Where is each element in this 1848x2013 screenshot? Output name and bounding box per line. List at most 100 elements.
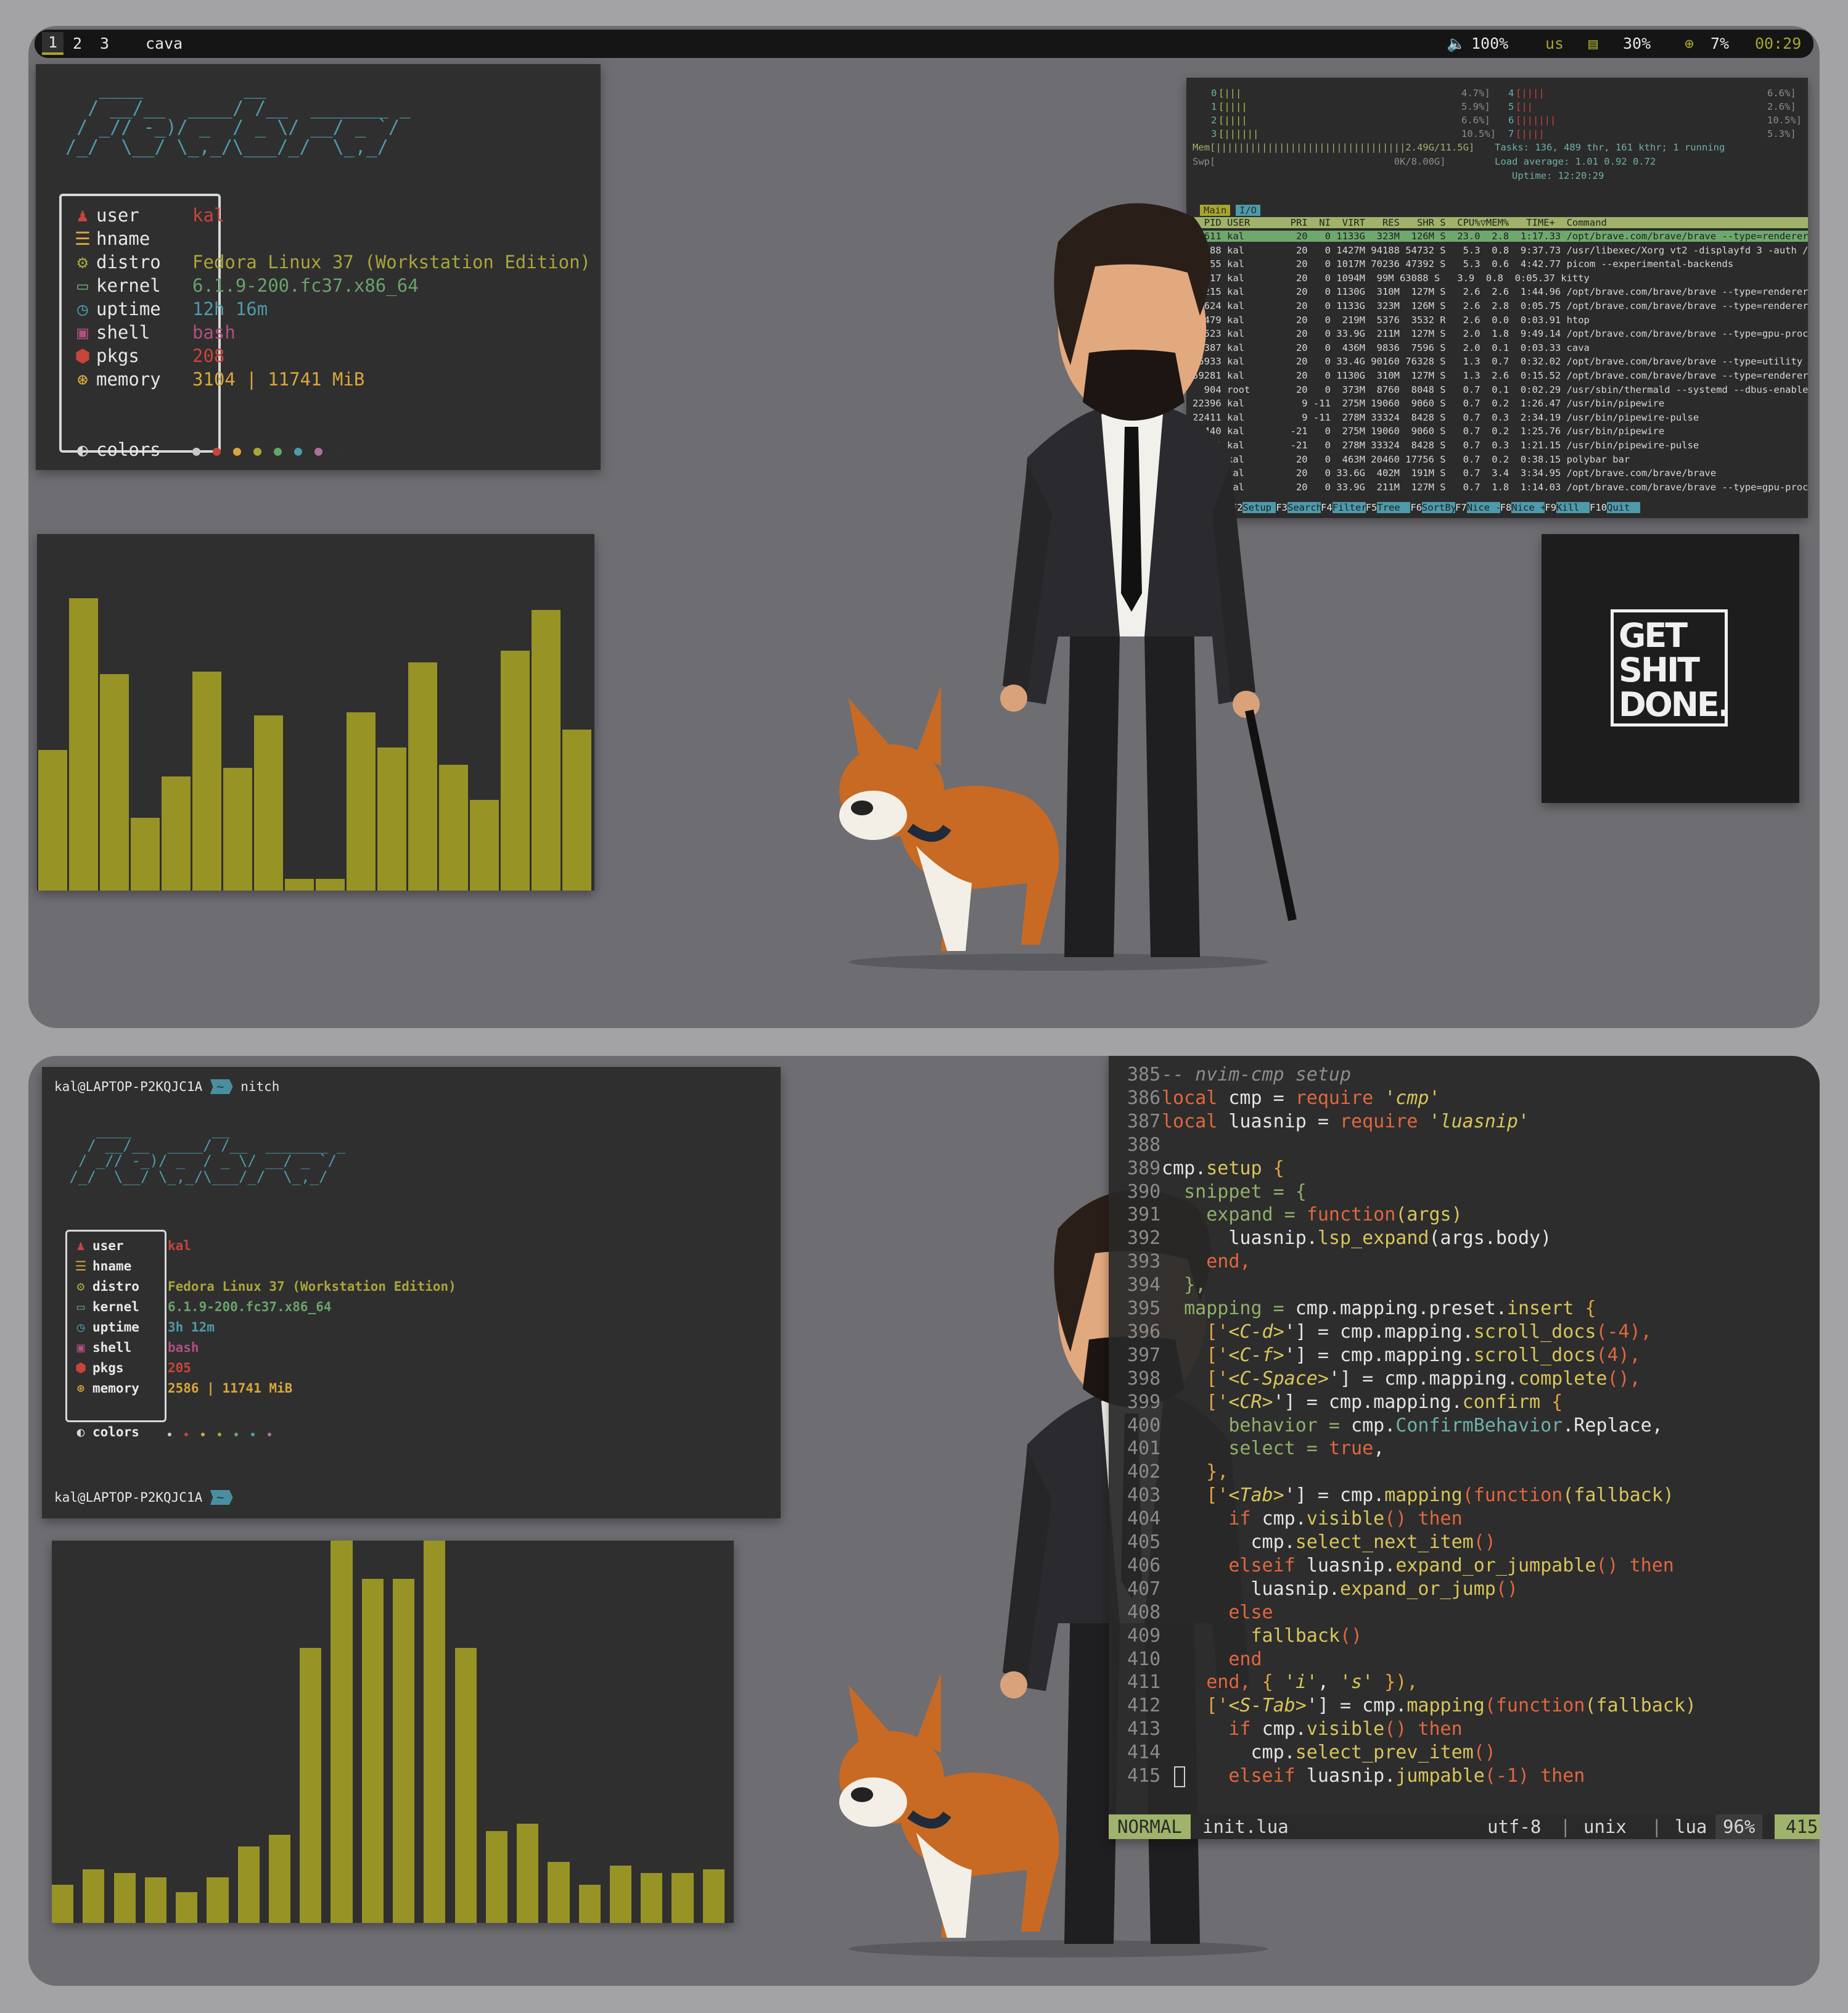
- code-line[interactable]: 398 ['<C-Space>'] = cmp.mapping.complete…: [1109, 1367, 1641, 1391]
- cava-bar: [69, 598, 98, 891]
- code-token: function: [1473, 1484, 1563, 1507]
- code-line[interactable]: 394 },: [1109, 1274, 1206, 1297]
- code-token: <C-d>: [1228, 1320, 1284, 1343]
- code-token: [': [1162, 1367, 1229, 1389]
- workspace-1-button[interactable]: 1: [42, 32, 64, 55]
- code-line[interactable]: 408 else: [1109, 1601, 1273, 1624]
- cava-bar: [532, 609, 561, 891]
- function-key-label[interactable]: Nice +: [1511, 502, 1546, 513]
- code-line[interactable]: 392 luasnip.lsp_expand(args.body): [1109, 1227, 1551, 1250]
- cava-bar: [470, 800, 499, 891]
- code-token: true: [1328, 1438, 1374, 1460]
- volume-icon[interactable]: 🔈: [1447, 35, 1466, 53]
- code-line[interactable]: 396 ['<C-d>'] = cmp.mapping.scroll_docs(…: [1109, 1320, 1652, 1344]
- prompt-line-2[interactable]: kal@LAPTOP-P2KQJC1A ~: [54, 1490, 233, 1505]
- cursor: [1174, 1766, 1185, 1787]
- cava-bar: [176, 1892, 198, 1923]
- palette-icon: ◐: [77, 439, 88, 460]
- nitch-terminal-window[interactable]: kal@LAPTOP-P2KQJC1A ~ nitch ____ __ / __…: [42, 1067, 781, 1518]
- fetch-value: Fedora Linux 37 (Workstation Edition): [192, 252, 591, 273]
- cpu-meter-part: [||||: [1218, 115, 1247, 126]
- code-token: },: [1162, 1461, 1229, 1483]
- cpu-meter-part: [||: [1516, 101, 1533, 112]
- code-line[interactable]: 390 snippet = {: [1109, 1180, 1307, 1204]
- code-line[interactable]: 397 ['<C-f>'] = cmp.mapping.scroll_docs(…: [1109, 1344, 1641, 1367]
- cpu-meter-part: 2: [1211, 115, 1217, 126]
- window-title: cava: [146, 35, 183, 52]
- statusline-filename[interactable]: init.lua: [1202, 1814, 1289, 1839]
- code-line[interactable]: 414 cmp.select_prev_item(): [1109, 1741, 1496, 1764]
- code-line[interactable]: 389cmp.setup {: [1109, 1157, 1284, 1180]
- code-line[interactable]: 403 ['<Tab>'] = cmp.mapping(function(fal…: [1109, 1484, 1674, 1507]
- fetch-key: distro: [96, 252, 161, 273]
- mem-meter: Mem[|||||||||||||||||||||||||||||||||2.4…: [1193, 142, 1475, 153]
- code-line[interactable]: 393 end,: [1109, 1250, 1251, 1274]
- cpu-meter-part: [||||: [1516, 128, 1545, 139]
- code-token: require: [1340, 1110, 1429, 1132]
- code-token: <Tab>: [1228, 1484, 1284, 1507]
- code-line[interactable]: 406 elseif luasnip.expand_or_jumpable() …: [1109, 1554, 1674, 1578]
- code-token: insert: [1506, 1298, 1574, 1319]
- code-line[interactable]: 409 fallback(): [1109, 1624, 1362, 1648]
- workspace-2-button[interactable]: 2: [73, 35, 82, 52]
- line-number: 390: [1127, 1180, 1161, 1203]
- nvim-editor-window[interactable]: 385-- nvim-cmp setup 386local cmp = requi…: [1109, 1056, 1820, 1839]
- code-token: snippet = {: [1162, 1180, 1307, 1203]
- function-key-label[interactable]: SortBy: [1422, 502, 1456, 513]
- poster-line-1: GET: [1619, 616, 1688, 655]
- volume-level[interactable]: 100%: [1471, 35, 1508, 52]
- cava-bar: [331, 1541, 353, 1923]
- fetch-value: 2586 | 11741 MiB: [168, 1381, 293, 1396]
- function-key-label[interactable]: Tree: [1377, 502, 1411, 513]
- code-line[interactable]: 395 mapping = cmp.mapping.preset.insert …: [1109, 1297, 1596, 1320]
- code-line[interactable]: 405 cmp.select_next_item(): [1109, 1531, 1496, 1554]
- code-line[interactable]: 388: [1109, 1134, 1162, 1157]
- fetch-terminal-window[interactable]: ____ __ / __/__ ____/ /__ _______ _ / _/…: [36, 64, 601, 470]
- palette-icon: ◐: [76, 1425, 85, 1439]
- cpu-meter-part: 1: [1211, 101, 1217, 112]
- memory-usage: 30%: [1623, 35, 1651, 52]
- statusline-filetype: lua: [1675, 1816, 1707, 1837]
- code-token: [': [1162, 1695, 1229, 1717]
- code-line[interactable]: 402 },: [1109, 1460, 1228, 1484]
- fetch-row-memory: ⊛ memory 3104 | 11741 MiB: [69, 369, 364, 390]
- code-token: ,: [1373, 1438, 1385, 1460]
- line-number: 397: [1127, 1344, 1161, 1366]
- code-line[interactable]: 386local cmp = require 'cmp': [1109, 1087, 1440, 1110]
- code-token: local: [1162, 1110, 1229, 1132]
- function-key-label[interactable]: Nice -: [1466, 502, 1501, 513]
- code-token: mapping =: [1162, 1298, 1296, 1319]
- cava-bar: [285, 879, 314, 891]
- function-key-label[interactable]: Kill: [1556, 502, 1590, 513]
- code-line[interactable]: 400 behavior = cmp.ConfirmBehavior.Repla…: [1109, 1414, 1663, 1438]
- code-line[interactable]: 413 if cmp.visible() then: [1109, 1718, 1463, 1741]
- code-line[interactable]: 391 expand = function(args): [1109, 1203, 1463, 1227]
- line-number: 386: [1127, 1087, 1161, 1109]
- code-line[interactable]: 385-- nvim-cmp setup: [1109, 1063, 1351, 1087]
- code-line[interactable]: 412 ['<S-Tab>'] = cmp.mapping(function(f…: [1109, 1694, 1696, 1718]
- function-key-label[interactable]: Quit: [1607, 502, 1641, 513]
- cpu-meter-part: 5.9%]: [1461, 101, 1490, 112]
- workspace-3-button[interactable]: 3: [100, 35, 109, 52]
- code-line[interactable]: 407 luasnip.expand_or_jump(): [1109, 1578, 1518, 1601]
- code-line[interactable]: 411 end, { 'i', 's' }),: [1109, 1671, 1418, 1694]
- code-line[interactable]: 401 select = true,: [1109, 1437, 1384, 1460]
- cava-bar: [254, 715, 283, 891]
- color-dot: [268, 1433, 271, 1436]
- cava-bar: [347, 712, 376, 891]
- code-token: <C-f>: [1228, 1344, 1284, 1366]
- swap-meter: Swp[ 0K/8.00G]: [1193, 156, 1446, 167]
- code-line[interactable]: 410 end: [1109, 1648, 1262, 1671]
- keyboard-layout[interactable]: us: [1545, 35, 1564, 52]
- code-token: luasnip.: [1306, 1765, 1396, 1787]
- cava-bar: [702, 1869, 725, 1923]
- function-key-label[interactable]: Filter: [1332, 502, 1367, 513]
- code-line[interactable]: 387local luasnip = require 'luasnip': [1109, 1110, 1529, 1134]
- cava-bar: [268, 1835, 291, 1923]
- code-token: (: [1462, 1484, 1474, 1507]
- code-line[interactable]: 399 ['<CR>'] = cmp.mapping.confirm {: [1109, 1391, 1563, 1414]
- line-number: 411: [1127, 1671, 1161, 1694]
- code-token: mapping: [1407, 1695, 1485, 1717]
- code-line[interactable]: 404 if cmp.visible() then: [1109, 1507, 1463, 1531]
- wallpaper-illustration-top: [839, 203, 1297, 971]
